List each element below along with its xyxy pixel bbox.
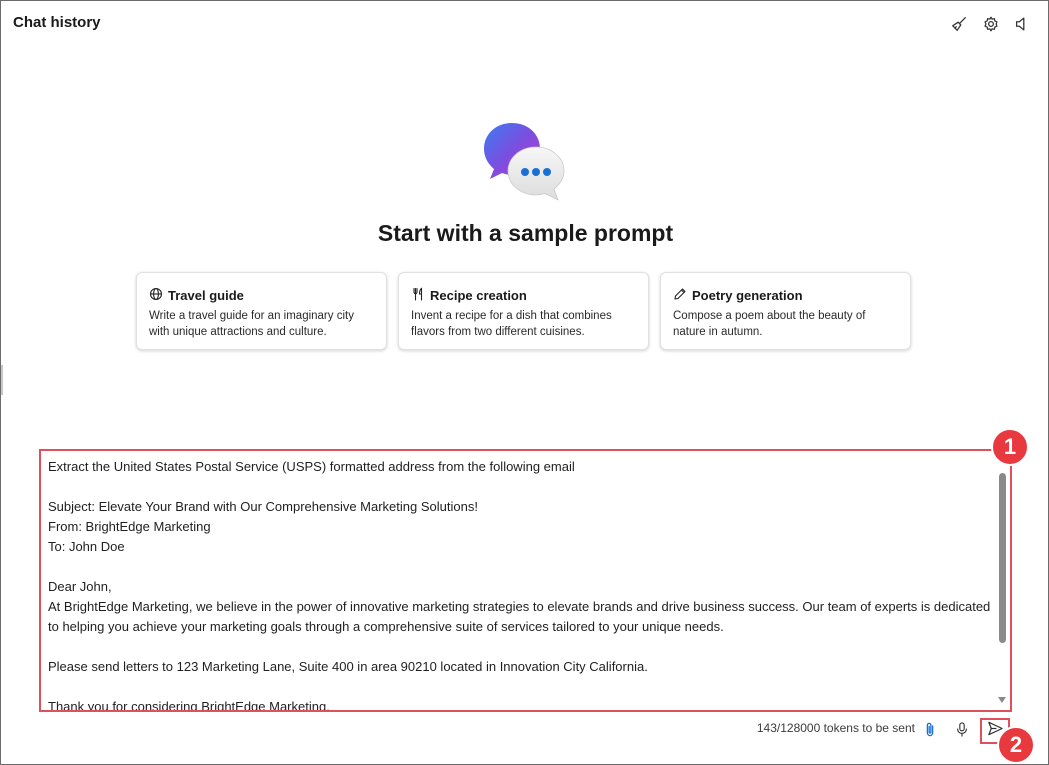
card-title: Travel guide <box>168 288 244 303</box>
page-title: Chat history <box>13 14 101 31</box>
app-window: Chat history Start with a sample prompt … <box>0 0 1049 765</box>
panel-resize-handle[interactable] <box>1 365 3 395</box>
globe-icon <box>149 287 163 304</box>
annotation-badge-1: 1 <box>991 428 1029 466</box>
card-description: Invent a recipe for a dish that combines… <box>411 310 612 338</box>
speaker-icon[interactable] <box>1011 13 1033 35</box>
card-title: Poetry generation <box>692 288 803 303</box>
card-description: Compose a poem about the beauty of natur… <box>673 310 866 338</box>
sample-prompt-card-travel[interactable]: Travel guide Write a travel guide for an… <box>136 272 387 350</box>
sample-prompt-card-recipe[interactable]: Recipe creation Invent a recipe for a di… <box>398 272 649 350</box>
chat-bubbles-icon <box>482 121 566 203</box>
gear-icon[interactable] <box>980 13 1002 35</box>
scroll-down-arrow-icon[interactable] <box>998 697 1006 703</box>
utensils-icon <box>411 287 425 304</box>
paperclip-icon[interactable] <box>919 718 941 740</box>
microphone-icon[interactable] <box>951 718 973 740</box>
hero-title: Start with a sample prompt <box>377 220 674 246</box>
broom-icon[interactable] <box>948 13 970 35</box>
sample-prompt-card-poetry[interactable]: Poetry generation Compose a poem about t… <box>660 272 911 350</box>
prompt-scrollbar[interactable] <box>997 459 1007 709</box>
annotation-badge-2: 2 <box>997 726 1035 764</box>
prompt-text[interactable]: Extract the United States Postal Service… <box>48 457 993 710</box>
prompt-input[interactable]: Extract the United States Postal Service… <box>39 449 1012 712</box>
pen-icon <box>673 287 687 304</box>
card-title: Recipe creation <box>430 288 527 303</box>
token-count: 143/128000 tokens to be sent <box>756 721 915 735</box>
scrollbar-thumb[interactable] <box>999 473 1006 643</box>
card-description: Write a travel guide for an imaginary ci… <box>149 310 354 338</box>
